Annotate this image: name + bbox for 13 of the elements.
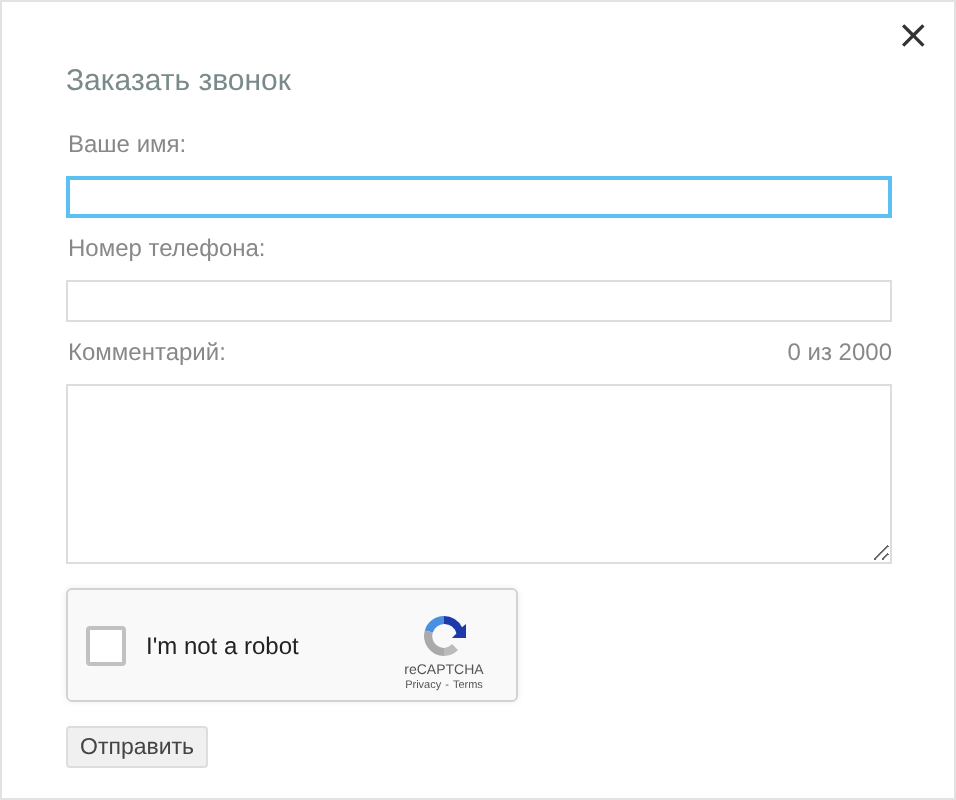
- text-field[interactable]: [66, 176, 892, 218]
- text-field[interactable]: [66, 280, 892, 322]
- field-label: Номер телефона:: [68, 234, 266, 262]
- dialog-title: Заказать звонок: [66, 62, 293, 102]
- checkbox[interactable]: [86, 625, 126, 665]
- character-counter: 0 из 2000: [787, 338, 892, 366]
- recaptcha-logo-icon: [420, 611, 468, 659]
- checkbox-label: I'm not a robot: [146, 631, 301, 659]
- close-button[interactable]: ×: [892, 14, 934, 54]
- comment-field[interactable]: [66, 384, 892, 564]
- field-label: Ваше имя:: [68, 130, 187, 158]
- submit-button[interactable]: Отправить: [66, 726, 209, 768]
- field-label: Комментарий:: [68, 338, 226, 366]
